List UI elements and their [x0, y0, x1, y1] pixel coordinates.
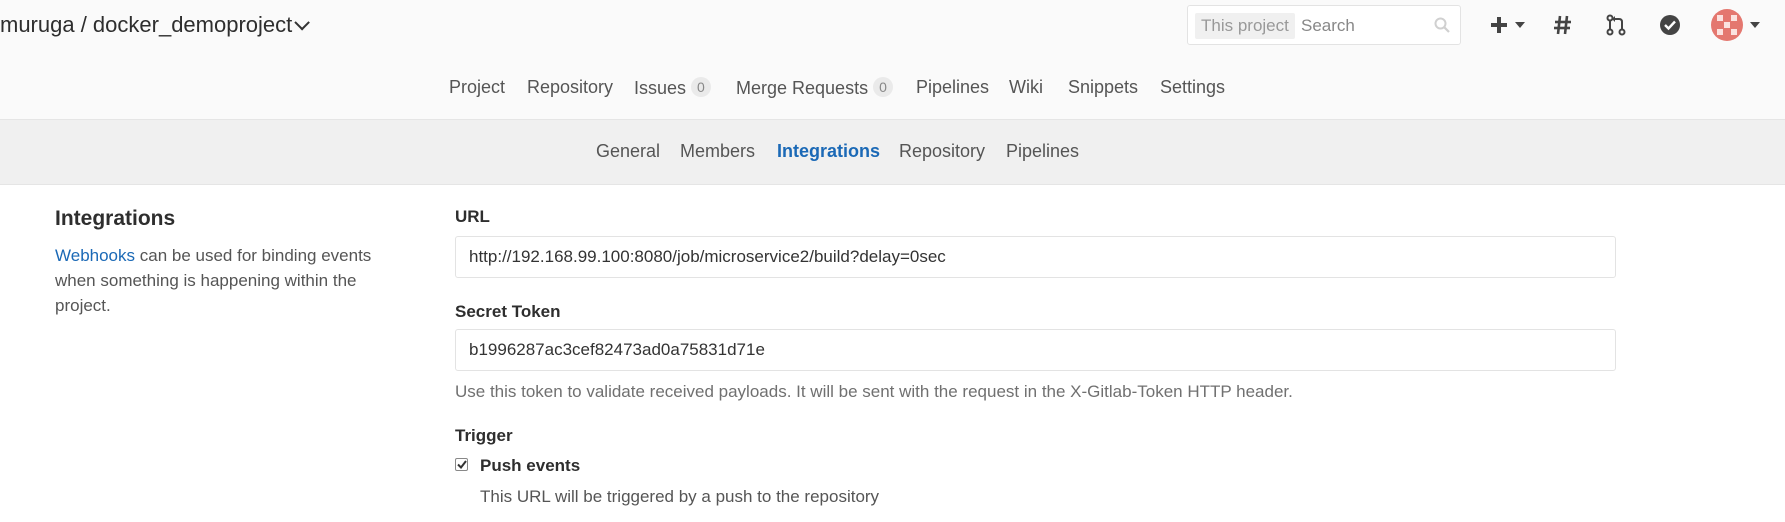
nav-item-issues[interactable]: Issues 0	[634, 77, 711, 99]
chevron-down-icon[interactable]	[1750, 22, 1760, 28]
url-label: URL	[455, 207, 490, 226]
search-box[interactable]: This project	[1187, 5, 1461, 45]
plus-icon[interactable]	[1486, 12, 1512, 38]
project-title-text[interactable]: muruga / docker_demoproject	[0, 12, 292, 38]
secret-token-field[interactable]: b1996287ac3cef82473ad0a75831d71e	[455, 329, 1616, 371]
nav-item-label[interactable]: Issues	[634, 78, 686, 98]
project-title[interactable]: muruga / docker_demoproject	[0, 12, 311, 38]
chevron-down-icon[interactable]	[1515, 22, 1525, 28]
count-badge: 0	[691, 77, 711, 97]
search-icon[interactable]	[1434, 17, 1450, 33]
nav-item-settings[interactable]: Settings	[1160, 77, 1225, 98]
chevron-down-icon[interactable]	[294, 14, 311, 30]
push-events-help: This URL will be triggered by a push to …	[480, 487, 880, 506]
secret-token-label: Secret Token	[455, 302, 561, 321]
checkmark-icon	[456, 460, 467, 469]
top-header: muruga / docker_demoproject This project	[0, 0, 1785, 53]
nav-item-pipelines[interactable]: Pipelines	[916, 77, 989, 98]
section-description: Webhooks can be used for binding events …	[55, 243, 405, 318]
nav-item-repository[interactable]: Repository	[527, 77, 613, 98]
nav-item-project[interactable]: Project	[449, 77, 505, 98]
count-badge: 0	[873, 77, 893, 97]
search-scope-badge[interactable]: This project	[1195, 13, 1295, 39]
url-field[interactable]: http://192.168.99.100:8080/job/microserv…	[455, 236, 1616, 278]
tab-general[interactable]: General	[596, 141, 660, 162]
nav-item-merge-requests[interactable]: Merge Requests 0	[736, 77, 893, 99]
todo-check-icon[interactable]	[1657, 12, 1683, 38]
nav-item-label[interactable]: Merge Requests	[736, 78, 868, 98]
nav-item-wiki[interactable]: Wiki	[1009, 77, 1043, 98]
token-help-text: Use this token to validate received payl…	[455, 382, 1293, 401]
settings-subnav: General Members Integrations Repository …	[0, 120, 1785, 185]
search-input[interactable]	[1301, 13, 1421, 39]
push-events-label[interactable]: Push events	[480, 456, 580, 476]
tab-integrations[interactable]: Integrations	[777, 141, 880, 162]
hash-icon[interactable]	[1550, 12, 1576, 38]
nav-item-snippets[interactable]: Snippets	[1068, 77, 1138, 98]
section-title: Integrations	[55, 207, 176, 230]
webhooks-link[interactable]: Webhooks	[55, 246, 135, 265]
avatar[interactable]	[1711, 9, 1743, 41]
tab-members[interactable]: Members	[680, 141, 755, 162]
project-nav: Project Repository Issues 0 Merge Request…	[0, 53, 1785, 120]
trigger-label: Trigger	[455, 426, 513, 445]
merge-request-icon[interactable]	[1603, 12, 1629, 38]
push-events-checkbox[interactable]	[455, 458, 468, 471]
tab-repository[interactable]: Repository	[899, 141, 985, 162]
tab-pipelines[interactable]: Pipelines	[1006, 141, 1079, 162]
